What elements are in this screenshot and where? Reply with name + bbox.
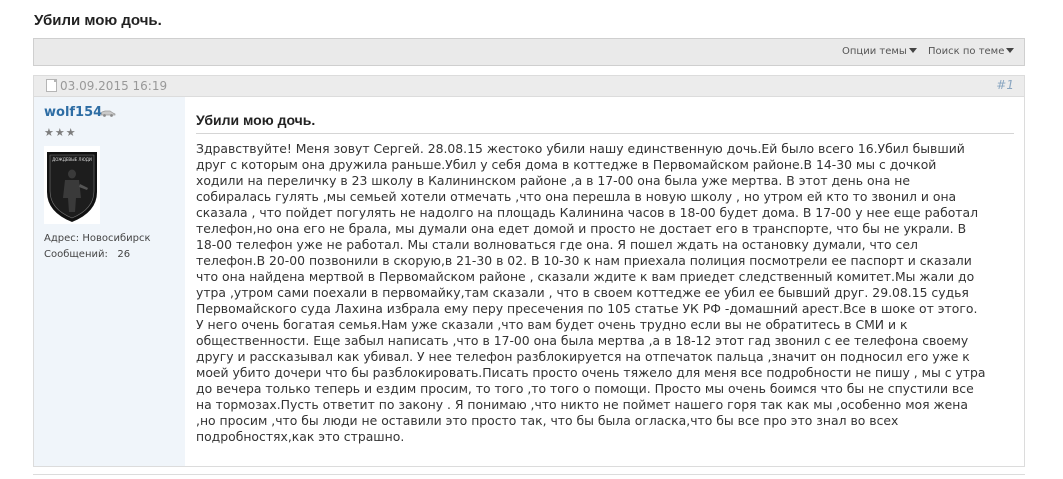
thread-title: Убили мою дочь.: [34, 12, 162, 29]
messages-label: Сообщений:: [44, 249, 108, 260]
document-icon: [46, 79, 57, 92]
user-meta: Адрес: Новосибирск Сообщений: 26: [44, 231, 151, 263]
post-line: телефон.В 20-00 позвонили в скорую,в 21-…: [196, 253, 972, 268]
username-link[interactable]: wolf154: [44, 105, 102, 120]
post-line: телефон,но она его не брала, мы думали о…: [196, 221, 967, 236]
address-label: Адрес:: [44, 233, 80, 244]
thread-options-label: Опции темы: [842, 46, 907, 57]
avatar-caption: ДОЖДЕВЫЕ ЛЮДИ: [52, 157, 92, 162]
post-body: Здравствуйте! Меня зовут Сергей. 28.08.1…: [196, 141, 1016, 445]
user-info-panel: wolf154 ★★★ ДОЖДЕВЫЕ ЛЮДИ Адрес: Новосиб…: [34, 97, 185, 466]
address-row: Адрес: Новосибирск: [44, 231, 151, 247]
post-header: 03.09.2015 16:19 #1: [34, 76, 1024, 97]
post-line: 18-00 телефон уже не работал. Мы стали в…: [196, 237, 918, 252]
post-line: друг с которым она дружила раньше.Убил у…: [196, 157, 937, 172]
thread-options-menu[interactable]: Опции темы: [842, 46, 917, 57]
post-date: 03.09.2015 16:19: [60, 79, 168, 93]
caret-down-icon: [1006, 48, 1015, 53]
post-line: ходили на переличку в 23 школу в Калинин…: [196, 173, 910, 188]
caret-down-icon: [908, 48, 917, 53]
post-line: утра ,утром сами поехали в первомайку,та…: [196, 285, 969, 300]
post-line: собиралась гулять ,мы семьей хотели отме…: [196, 189, 957, 204]
post-line: сказала , что пойдет погулять не надолго…: [196, 205, 979, 220]
messages-value: 26: [117, 249, 131, 260]
post-line: моей убито дочери что бы разблокировать.…: [196, 365, 986, 380]
title-divider: [196, 133, 1014, 134]
rank-stars: ★★★: [44, 126, 77, 139]
post-title: Убили мою дочь.: [196, 112, 316, 128]
post-line: до вечера только теперь и ездим просим, …: [196, 381, 974, 396]
thread-toolbar: Опции темы Поиск по теме: [33, 38, 1025, 66]
post-line: на тормозах.Пусть ответит по закону . Я …: [196, 397, 968, 412]
post: 03.09.2015 16:19 #1 wolf154 ★★★ ДОЖДЕВЫЕ…: [33, 75, 1025, 467]
messages-row: Сообщений: 26: [44, 247, 151, 263]
post-number-link[interactable]: #1: [996, 78, 1014, 92]
avatar[interactable]: ДОЖДЕВЫЕ ЛЮДИ: [44, 146, 100, 224]
search-thread-label: Поиск по теме: [928, 46, 1005, 57]
bottom-divider: [33, 474, 1025, 475]
post-content: Убили мою дочь. Здравствуйте! Меня зовут…: [186, 97, 1024, 466]
post-line: общественности. Еще забыл написать ,что …: [196, 333, 969, 348]
search-thread-menu[interactable]: Поиск по теме: [928, 46, 1015, 57]
post-line: что она найдена мертвой в Первомайском р…: [196, 269, 975, 284]
post-line: другу и рассказывал как убивал. У нее те…: [196, 349, 970, 364]
post-line: У него очень богатая семья.Нам уже сказа…: [196, 317, 908, 332]
car-icon: [100, 110, 116, 117]
post-line: Первомайского суда Лахина избрала ему пе…: [196, 301, 978, 316]
address-value: Новосибирск: [82, 233, 151, 244]
post-line: подробностях,как это страшно.: [196, 429, 405, 444]
post-line: Здравствуйте! Меня зовут Сергей. 28.08.1…: [196, 141, 965, 156]
post-line: ,но просим ,что бы люди не оставили это …: [196, 413, 899, 428]
